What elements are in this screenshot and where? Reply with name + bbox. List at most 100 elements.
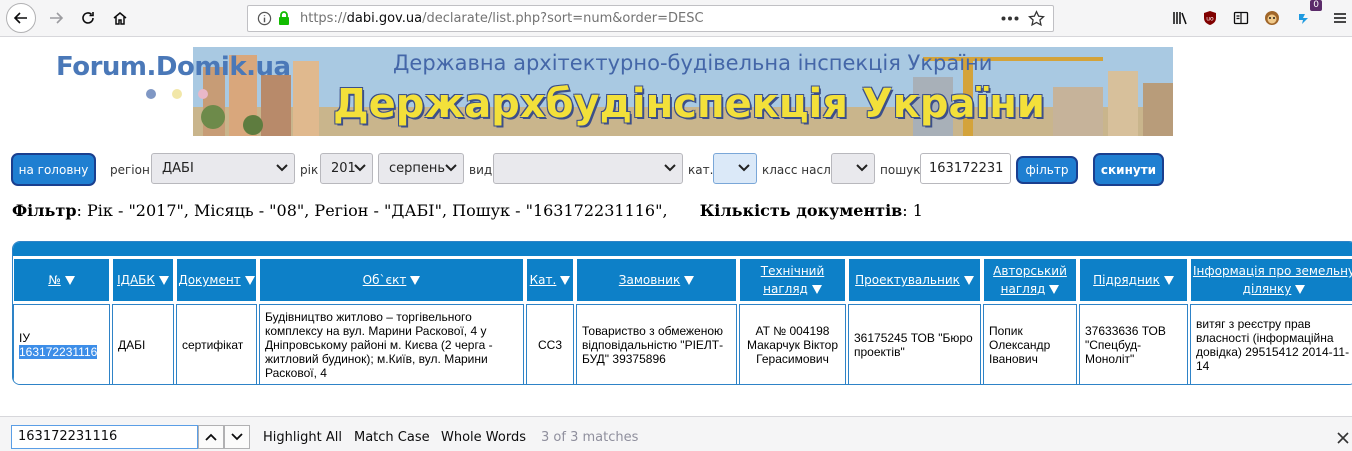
extension-badge: 0	[1310, 0, 1322, 11]
url-prefix: https://	[300, 11, 347, 26]
column-header-category-label: Кат.	[529, 273, 557, 287]
chevron-down-icon	[231, 433, 243, 441]
table-cell-land-info: витяг з реєстру прав власності (інформац…	[1190, 304, 1352, 384]
reader-view-button[interactable]	[1227, 4, 1255, 32]
library-button[interactable]	[1166, 4, 1194, 32]
column-header-category[interactable]: Кат.	[526, 258, 574, 302]
chevron-down-icon	[276, 164, 288, 172]
sort-triangle-icon	[1049, 285, 1060, 294]
column-header-tech-supervision[interactable]: Технічний нагляд	[739, 258, 846, 302]
column-header-num[interactable]: №	[13, 258, 110, 302]
class-select[interactable]	[831, 153, 875, 184]
more-icon[interactable]	[1001, 16, 1019, 21]
search-input[interactable]: 163172231	[920, 153, 1011, 184]
table-cell-object: Будівництво житлово – торгівельного комп…	[259, 304, 524, 384]
column-header-land-info[interactable]: Інформація про земельну ділянку	[1190, 258, 1352, 302]
filter-summary-text: : Рік - "2017", Місяць - "08", Регіон - …	[76, 201, 668, 220]
column-header-designer[interactable]: Проектувальник	[848, 258, 981, 302]
browser-toolbar: https://dabi.gov.ua/declarate/list.php?s…	[0, 0, 1352, 37]
category-select[interactable]	[713, 153, 757, 184]
class-label: класс насл.	[762, 163, 835, 177]
table-top-bar	[13, 242, 1352, 256]
year-select[interactable]: 201	[320, 153, 373, 184]
column-header-object-label: Об`єкт	[362, 273, 407, 287]
home-icon	[113, 12, 127, 25]
find-input[interactable]: 163172231116	[11, 425, 198, 449]
column-header-contractor[interactable]: Підрядник	[1079, 258, 1188, 302]
menu-icon	[1334, 13, 1346, 23]
table-cell-document: сертифікат	[176, 304, 257, 384]
month-select[interactable]: серпень	[378, 153, 464, 184]
url-bar[interactable]: https://dabi.gov.ua/declarate/list.php?s…	[247, 5, 1054, 32]
chevron-down-icon	[856, 164, 868, 172]
highlight-all-toggle[interactable]: Highlight All	[263, 430, 342, 445]
filter-summary: Фільтр: Рік - "2017", Місяць - "08", Рег…	[12, 201, 923, 220]
url-host: dabi.gov.ua	[346, 11, 423, 26]
chevron-up-icon	[205, 433, 217, 441]
sort-triangle-icon	[158, 275, 169, 285]
table-cell-tech-supervision: АТ № 004198 Макарчук Віктор Герасимович	[739, 304, 846, 384]
table-cell-contractor: 37633636 ТОВ "Спецбуд-Моноліт"	[1079, 304, 1188, 384]
back-button[interactable]	[6, 3, 36, 33]
year-label: рік	[300, 163, 319, 177]
column-header-author-supervision[interactable]: Авторський нагляд	[983, 258, 1077, 302]
column-header-object[interactable]: Об`єкт	[259, 258, 524, 302]
region-select-value: ДАБІ	[162, 161, 194, 176]
column-header-contractor-label: Підрядник	[1093, 273, 1160, 287]
whole-words-toggle[interactable]: Whole Words	[441, 430, 526, 445]
menu-button[interactable]	[1326, 4, 1352, 32]
declarations-table: № IДАБК Документ Об`єкт Кат. Замовник Те…	[12, 241, 1352, 385]
column-header-land-label-1: Інформація про земельну	[1192, 264, 1352, 278]
column-header-document[interactable]: Документ	[176, 258, 257, 302]
type-label: вид	[469, 163, 493, 177]
match-case-toggle[interactable]: Match Case	[354, 430, 430, 445]
home-page-button[interactable]: на головну	[11, 153, 96, 186]
column-header-land-label-2: ділянку	[1242, 282, 1292, 296]
cell-num-prefix: ІУ	[19, 331, 30, 345]
sort-triangle-icon	[963, 275, 974, 285]
chevron-down-icon	[354, 164, 366, 172]
cell-num-highlighted: 163172231116	[19, 345, 98, 359]
table-cell-designer: 36175245 ТОВ "Бюро проектів"	[848, 304, 981, 384]
sort-triangle-icon	[64, 275, 75, 285]
library-icon	[1173, 12, 1187, 25]
reload-button[interactable]	[74, 4, 102, 32]
forum-logo-dots	[146, 89, 208, 99]
month-select-value: серпень	[389, 161, 446, 176]
find-next-button[interactable]	[224, 425, 250, 449]
find-bar: 163172231116 Highlight All Match Case Wh…	[0, 416, 1352, 451]
ublock-button[interactable]: uo	[1196, 4, 1224, 32]
column-header-idabk[interactable]: IДАБК	[112, 258, 174, 302]
column-header-idabk-label: IДАБК	[117, 273, 155, 287]
forward-button[interactable]	[42, 4, 70, 32]
find-previous-button[interactable]	[198, 425, 224, 449]
reader-icon	[1233, 11, 1249, 25]
sort-triangle-icon	[811, 285, 822, 294]
type-select[interactable]	[493, 153, 683, 184]
chevron-down-icon	[664, 164, 676, 172]
sort-triangle-icon	[1295, 285, 1306, 294]
table-cell-author-supervision: Попик Олександр Іванович	[983, 304, 1077, 384]
chevron-down-icon	[445, 164, 457, 172]
filter-button[interactable]: фільтр	[1016, 156, 1078, 184]
document-count-label: Кількість документів	[699, 201, 903, 220]
bookmark-star-icon[interactable]	[1028, 10, 1045, 27]
close-find-bar-button[interactable]	[1337, 429, 1349, 448]
column-header-document-label: Документ	[178, 273, 241, 287]
region-select[interactable]: ДАБІ	[151, 153, 295, 184]
extension-button[interactable]: 0	[1290, 0, 1322, 32]
url-text: https://dabi.gov.ua/declarate/list.php?s…	[300, 11, 704, 26]
reset-button[interactable]: скинути	[1093, 153, 1164, 186]
home-button[interactable]	[106, 4, 134, 32]
chevron-down-icon	[738, 164, 750, 172]
column-header-customer[interactable]: Замовник	[576, 258, 737, 302]
monkey-icon	[1265, 11, 1279, 25]
table-cell-category: СС3	[526, 304, 574, 384]
info-icon	[257, 11, 272, 26]
sort-triangle-icon	[244, 275, 255, 285]
year-select-value: 201	[331, 161, 356, 176]
lock-icon	[279, 11, 289, 25]
extension-icon	[1299, 14, 1308, 24]
close-icon	[1337, 432, 1349, 444]
tampermonkey-button[interactable]	[1258, 4, 1286, 32]
